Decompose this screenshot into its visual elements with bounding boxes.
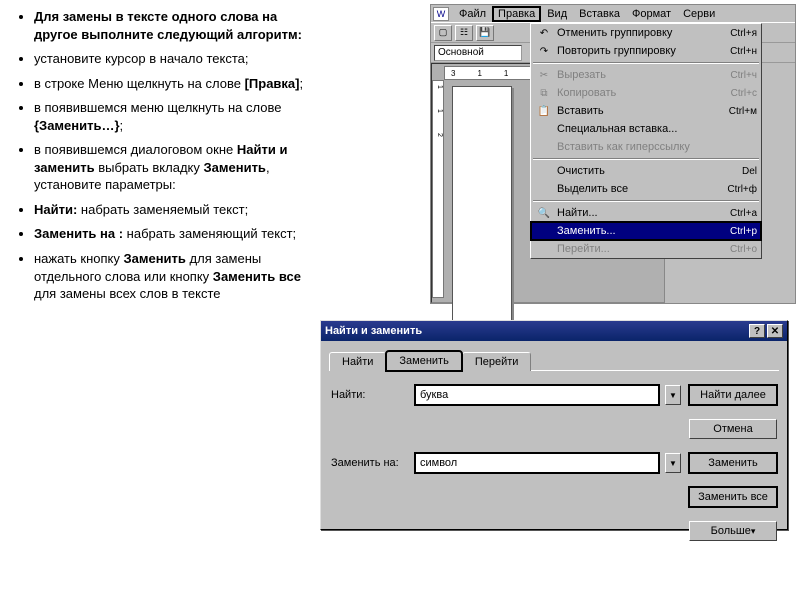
menu-format[interactable]: Формат [626, 6, 677, 22]
menu-item-icon: ↷ [535, 44, 553, 58]
menu-item-label: Вставить как гиперссылку [557, 141, 757, 153]
app-icon: W [433, 7, 449, 21]
tab-goto[interactable]: Перейти [462, 352, 532, 371]
menu-item-label: Перейти... [557, 243, 730, 255]
menu-item-14: Перейти...Ctrl+о [531, 240, 761, 258]
menu-item-label: Очистить [557, 165, 742, 177]
step-1: установите курсор в начало текста; [34, 50, 320, 68]
menu-separator [533, 200, 759, 202]
replace-button[interactable]: Заменить [689, 453, 777, 473]
step-6: Заменить на : набрать заменяющий текст; [34, 225, 320, 243]
menu-item-label: Копировать [557, 87, 731, 99]
menu-item-icon [535, 242, 553, 256]
step-2: в строке Меню щелкнуть на слове [Правка]… [34, 75, 320, 93]
menu-file[interactable]: Файл [453, 6, 492, 22]
menu-item-icon [535, 224, 553, 238]
menu-item-label: Вставить [557, 105, 729, 117]
menu-item-9[interactable]: ОчиститьDel [531, 162, 761, 180]
step-5: Найти: набрать заменяемый текст; [34, 201, 320, 219]
menu-item-shortcut: Del [742, 166, 757, 177]
open-icon[interactable]: ☷ [455, 25, 473, 41]
dialog-tabs: Найти Заменить Перейти [329, 349, 779, 371]
menu-item-icon: ↶ [535, 26, 553, 40]
replace-all-button[interactable]: Заменить все [689, 487, 777, 507]
menu-insert[interactable]: Вставка [573, 6, 626, 22]
menu-item-label: Найти... [557, 207, 730, 219]
heading: Для замены в тексте одного слова на друг… [34, 8, 320, 43]
menu-item-icon: ⧉ [535, 86, 553, 100]
menu-item-13[interactable]: Заменить...Ctrl+р [531, 222, 761, 240]
style-combo[interactable]: Основной [434, 45, 522, 61]
step-4: в появившемся диалоговом окне Найти и за… [34, 141, 320, 194]
menu-item-icon: ✂ [535, 68, 553, 82]
replace-input[interactable]: символ [415, 453, 659, 473]
menu-edit[interactable]: Правка [492, 6, 541, 22]
close-button[interactable]: ✕ [767, 324, 783, 338]
ruler-vertical: 1 1 2 [432, 80, 444, 298]
menu-item-icon [535, 164, 553, 178]
page [452, 86, 512, 346]
menu-item-0[interactable]: ↶ Отменить группировкуCtrl+я [531, 24, 761, 42]
menu-item-label: Отменить группировку [557, 27, 730, 39]
menu-service[interactable]: Серви [677, 6, 721, 22]
menu-item-shortcut: Ctrl+я [730, 28, 757, 39]
save-icon[interactable]: 💾 [476, 25, 494, 41]
menu-item-shortcut: Ctrl+а [730, 208, 757, 219]
menu-item-10[interactable]: Выделить всеCtrl+ф [531, 180, 761, 198]
menu-item-icon: 📋 [535, 104, 553, 118]
menu-item-icon: 🔍 [535, 206, 553, 220]
menu-item-shortcut: Ctrl+ч [730, 70, 757, 81]
menu-item-7: Вставить как гиперссылку [531, 138, 761, 156]
menu-item-5[interactable]: 📋 ВставитьCtrl+м [531, 102, 761, 120]
menu-item-12[interactable]: 🔍 Найти...Ctrl+а [531, 204, 761, 222]
instruction-panel: Для замены в тексте одного слова на друг… [10, 8, 320, 310]
menu-item-icon [535, 182, 553, 196]
menu-bar: W Файл Правка Вид Вставка Формат Серви [431, 5, 795, 23]
find-label: Найти: [331, 389, 409, 401]
menu-view[interactable]: Вид [541, 6, 573, 22]
menu-item-label: Специальная вставка... [557, 123, 757, 135]
menu-item-icon [535, 122, 553, 136]
find-replace-dialog: Найти и заменить ? ✕ Найти Заменить Пере… [320, 320, 788, 530]
menu-item-icon [535, 140, 553, 154]
find-input[interactable]: буква [415, 385, 659, 405]
replace-history-dropdown[interactable]: ▼ [665, 453, 681, 473]
menu-item-shortcut: Ctrl+м [729, 106, 757, 117]
menu-item-4: ⧉ КопироватьCtrl+с [531, 84, 761, 102]
menu-item-shortcut: Ctrl+н [730, 46, 757, 57]
step-3: в появившемся меню щелкнуть на слове {За… [34, 99, 320, 134]
dialog-titlebar: Найти и заменить ? ✕ [321, 321, 787, 341]
menu-item-label: Заменить... [557, 225, 730, 237]
replace-label: Заменить на: [331, 457, 409, 469]
cancel-button[interactable]: Отмена [689, 419, 777, 439]
menu-item-label: Выделить все [557, 183, 727, 195]
menu-item-label: Повторить группировку [557, 45, 730, 57]
more-button[interactable]: Больше [689, 521, 777, 541]
menu-item-3: ✂ ВырезатьCtrl+ч [531, 66, 761, 84]
tab-find[interactable]: Найти [329, 352, 386, 371]
tab-replace[interactable]: Заменить [386, 351, 461, 371]
menu-item-6[interactable]: Специальная вставка... [531, 120, 761, 138]
new-doc-icon[interactable]: ▢ [434, 25, 452, 41]
help-button[interactable]: ? [749, 324, 765, 338]
menu-item-label: Вырезать [557, 69, 730, 81]
menu-separator [533, 62, 759, 64]
find-history-dropdown[interactable]: ▼ [665, 385, 681, 405]
edit-menu-dropdown: ↶ Отменить группировкуCtrl+я ↷ Повторить гр… [530, 23, 762, 259]
menu-item-shortcut: Ctrl+ф [727, 184, 757, 195]
menu-item-shortcut: Ctrl+о [730, 244, 757, 255]
menu-item-shortcut: Ctrl+р [730, 226, 757, 237]
step-7: нажать кнопку Заменить для замены отдель… [34, 250, 320, 303]
menu-item-shortcut: Ctrl+с [731, 88, 757, 99]
find-next-button[interactable]: Найти далее [689, 385, 777, 405]
menu-separator [533, 158, 759, 160]
dialog-title: Найти и заменить [325, 325, 422, 337]
menu-item-1[interactable]: ↷ Повторить группировкуCtrl+н [531, 42, 761, 60]
